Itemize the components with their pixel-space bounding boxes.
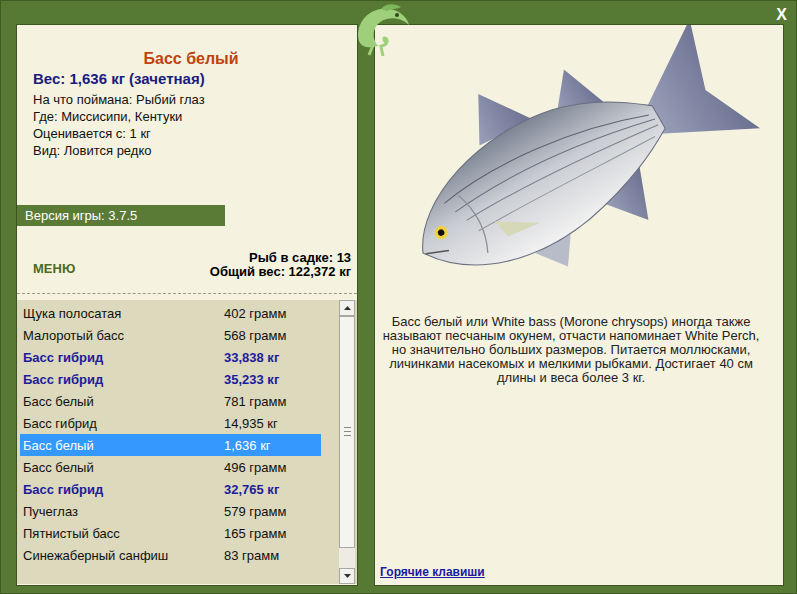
total-weight: Общий вес: 122,372 кг — [210, 265, 351, 279]
catch-list[interactable]: Щука полосатая402 граммМалоротый басс568… — [20, 300, 321, 584]
scroll-up-button[interactable] — [339, 300, 355, 316]
scroll-track[interactable] — [339, 316, 355, 568]
fish-illustration — [375, 25, 783, 315]
version-bar: Версия игры: 3.7.5 — [17, 205, 225, 226]
scroll-thumb[interactable] — [339, 316, 355, 548]
catch-list-area: Щука полосатая402 граммМалоротый басс568… — [17, 300, 357, 584]
catch-row[interactable]: Пучеглаз579 грамм — [20, 500, 321, 522]
scrollbar[interactable] — [339, 300, 355, 584]
catch-row[interactable]: Щука полосатая402 грамм — [20, 302, 321, 324]
catch-row[interactable]: Басс гибрид33,838 кг — [20, 346, 321, 368]
keepnet-stats: Рыб в садке: 13Общий вес: 122,372 кг — [210, 251, 351, 279]
info-line: На что поймана: Рыбий глаз — [33, 91, 349, 108]
hotkeys-link[interactable]: Горячие клавиши — [380, 565, 485, 579]
catch-row[interactable]: Басс гибрид32,765 кг — [20, 478, 321, 500]
catch-row[interactable]: Пятнистый басс165 грамм — [20, 522, 321, 544]
keepnet-header: МЕНЮ Рыб в садке: 13Общий вес: 122,372 кг — [17, 226, 357, 294]
scroll-down-button[interactable] — [339, 568, 355, 584]
fish-description: Басс белый или White bass (Morone chryso… — [375, 315, 783, 385]
grip-icon — [344, 427, 351, 436]
fish-count: Рыб в садке: 13 — [210, 251, 351, 265]
catch-row[interactable]: Басс гибрид14,935 кг — [20, 412, 321, 434]
close-button[interactable]: X — [776, 6, 787, 24]
fish-picture — [375, 25, 783, 315]
catch-row[interactable]: Басс белый496 грамм — [20, 456, 321, 478]
info-line: Оценивается с: 1 кг — [33, 125, 349, 142]
chameleon-logo-icon — [351, 1, 415, 57]
fish-panel: Басс белый или White bass (Morone chryso… — [374, 24, 784, 586]
info-line: Вид: Ловится редко — [33, 142, 349, 159]
catch-panel: Басс белыйВес: 1,636 кг (зачетная) На что… — [16, 24, 358, 586]
fish-weight: Вес: 1,636 кг (зачетная) — [33, 69, 349, 89]
fish-card: Басс белыйВес: 1,636 кг (зачетная) На что… — [17, 25, 357, 205]
catch-row[interactable]: Басс белый781 грамм — [20, 390, 321, 412]
catch-row[interactable]: Синежаберный санфиш83 грамм — [20, 544, 321, 566]
menu-button[interactable]: МЕНЮ — [33, 261, 75, 276]
arrow-up-icon — [344, 306, 351, 310]
info-line: Где: Миссисипи, Кентуки — [33, 108, 349, 125]
catch-row[interactable]: Басс гибрид35,233 кг — [20, 368, 321, 390]
game-window: Басс белыйВес: 1,636 кг (зачетная) На что… — [0, 0, 797, 594]
catch-row[interactable]: Басс белый1,636 кг — [20, 434, 321, 456]
arrow-down-icon — [344, 574, 351, 578]
catch-row[interactable]: Малоротый басс568 грамм — [20, 324, 321, 346]
fish-title: Басс белый — [33, 49, 349, 69]
